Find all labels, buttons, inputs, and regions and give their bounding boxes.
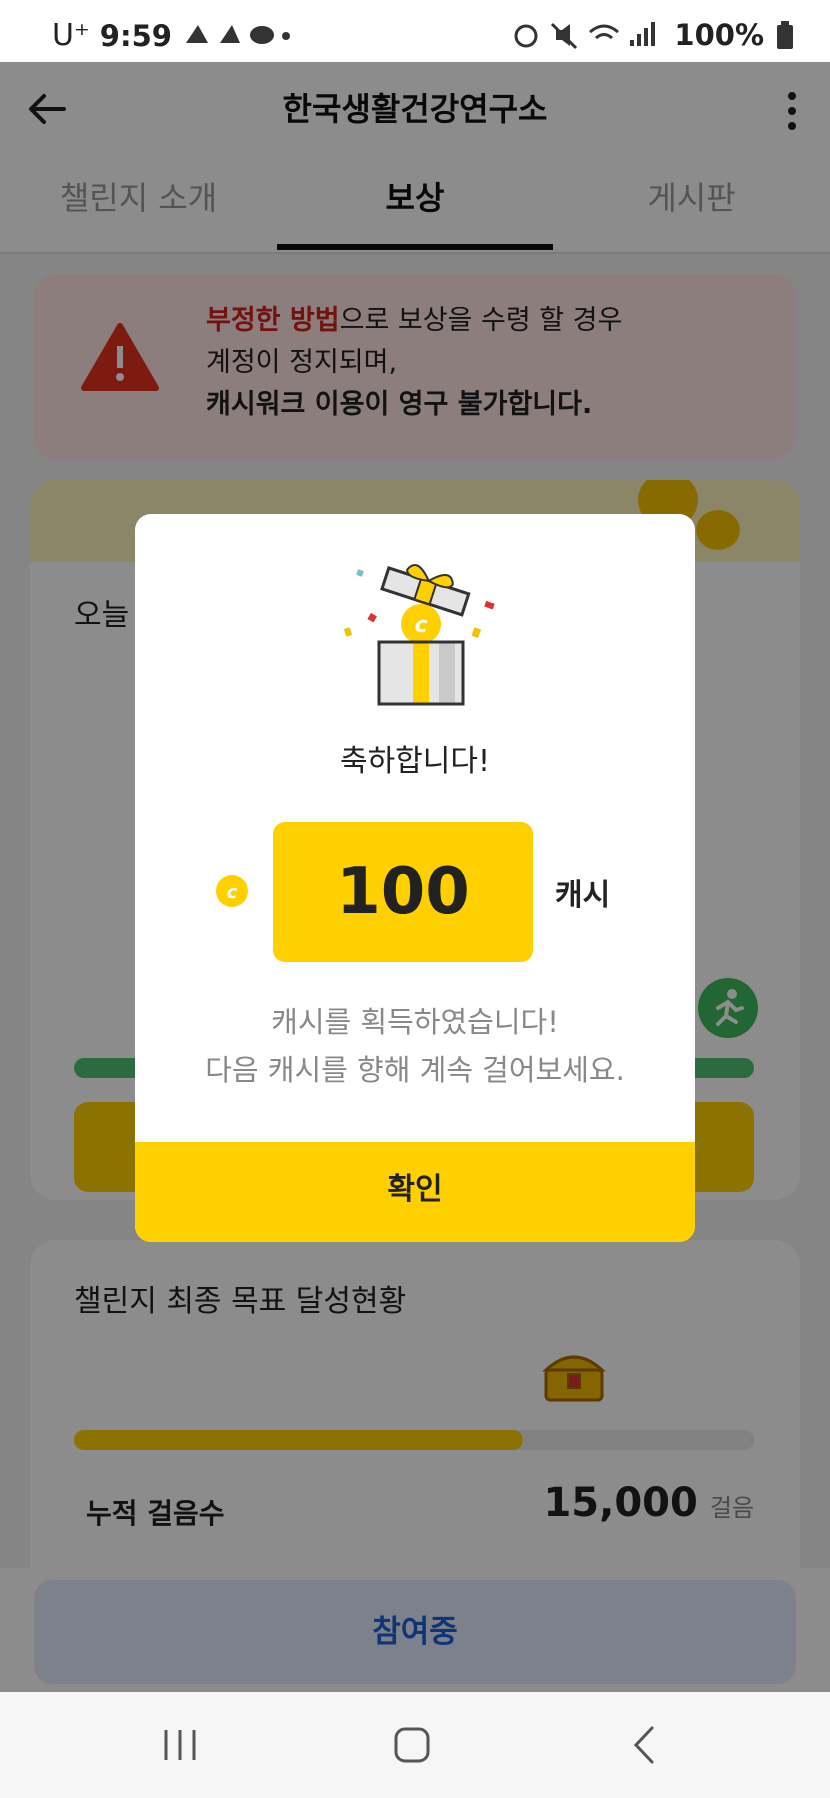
confirm-button[interactable]: 확인	[135, 1142, 695, 1242]
battery-icon	[777, 21, 793, 49]
reward-message-line1: 캐시를 획득하였습니다!	[271, 1005, 559, 1039]
back-nav-icon[interactable]	[616, 1720, 676, 1770]
status-bar: U⁺ 9:59 100%	[0, 0, 830, 62]
recent-apps-icon[interactable]	[150, 1720, 210, 1770]
system-navigation-bar	[0, 1692, 830, 1798]
reward-message: 캐시를 획득하였습니다! 다음 캐시를 향해 계속 걸어보세요.	[135, 998, 695, 1094]
status-left: U⁺ 9:59	[52, 18, 292, 53]
svg-text:c: c	[227, 882, 238, 903]
svg-text:c: c	[414, 613, 427, 638]
gift-box-icon: c	[343, 564, 495, 706]
carrier-label: U⁺	[52, 18, 90, 53]
notification-icons	[185, 24, 290, 44]
cash-coin-icon: c	[216, 875, 248, 907]
status-right: 100%	[512, 18, 794, 52]
system-status-icons	[514, 22, 656, 50]
congrats-text: 축하합니다!	[339, 744, 491, 779]
home-icon[interactable]	[382, 1720, 442, 1770]
reward-message-line2: 다음 캐시를 향해 계속 걸어보세요.	[205, 1053, 625, 1087]
reward-unit: 캐시	[555, 878, 611, 913]
battery-percent: 100%	[674, 18, 764, 52]
reward-amount: 100	[273, 822, 533, 962]
clock: 9:59	[99, 18, 172, 53]
reward-dialog: c 축하합니다! c 100 캐시 캐시를 획득하였습니다! 다음 캐시를 향해…	[135, 514, 695, 1242]
